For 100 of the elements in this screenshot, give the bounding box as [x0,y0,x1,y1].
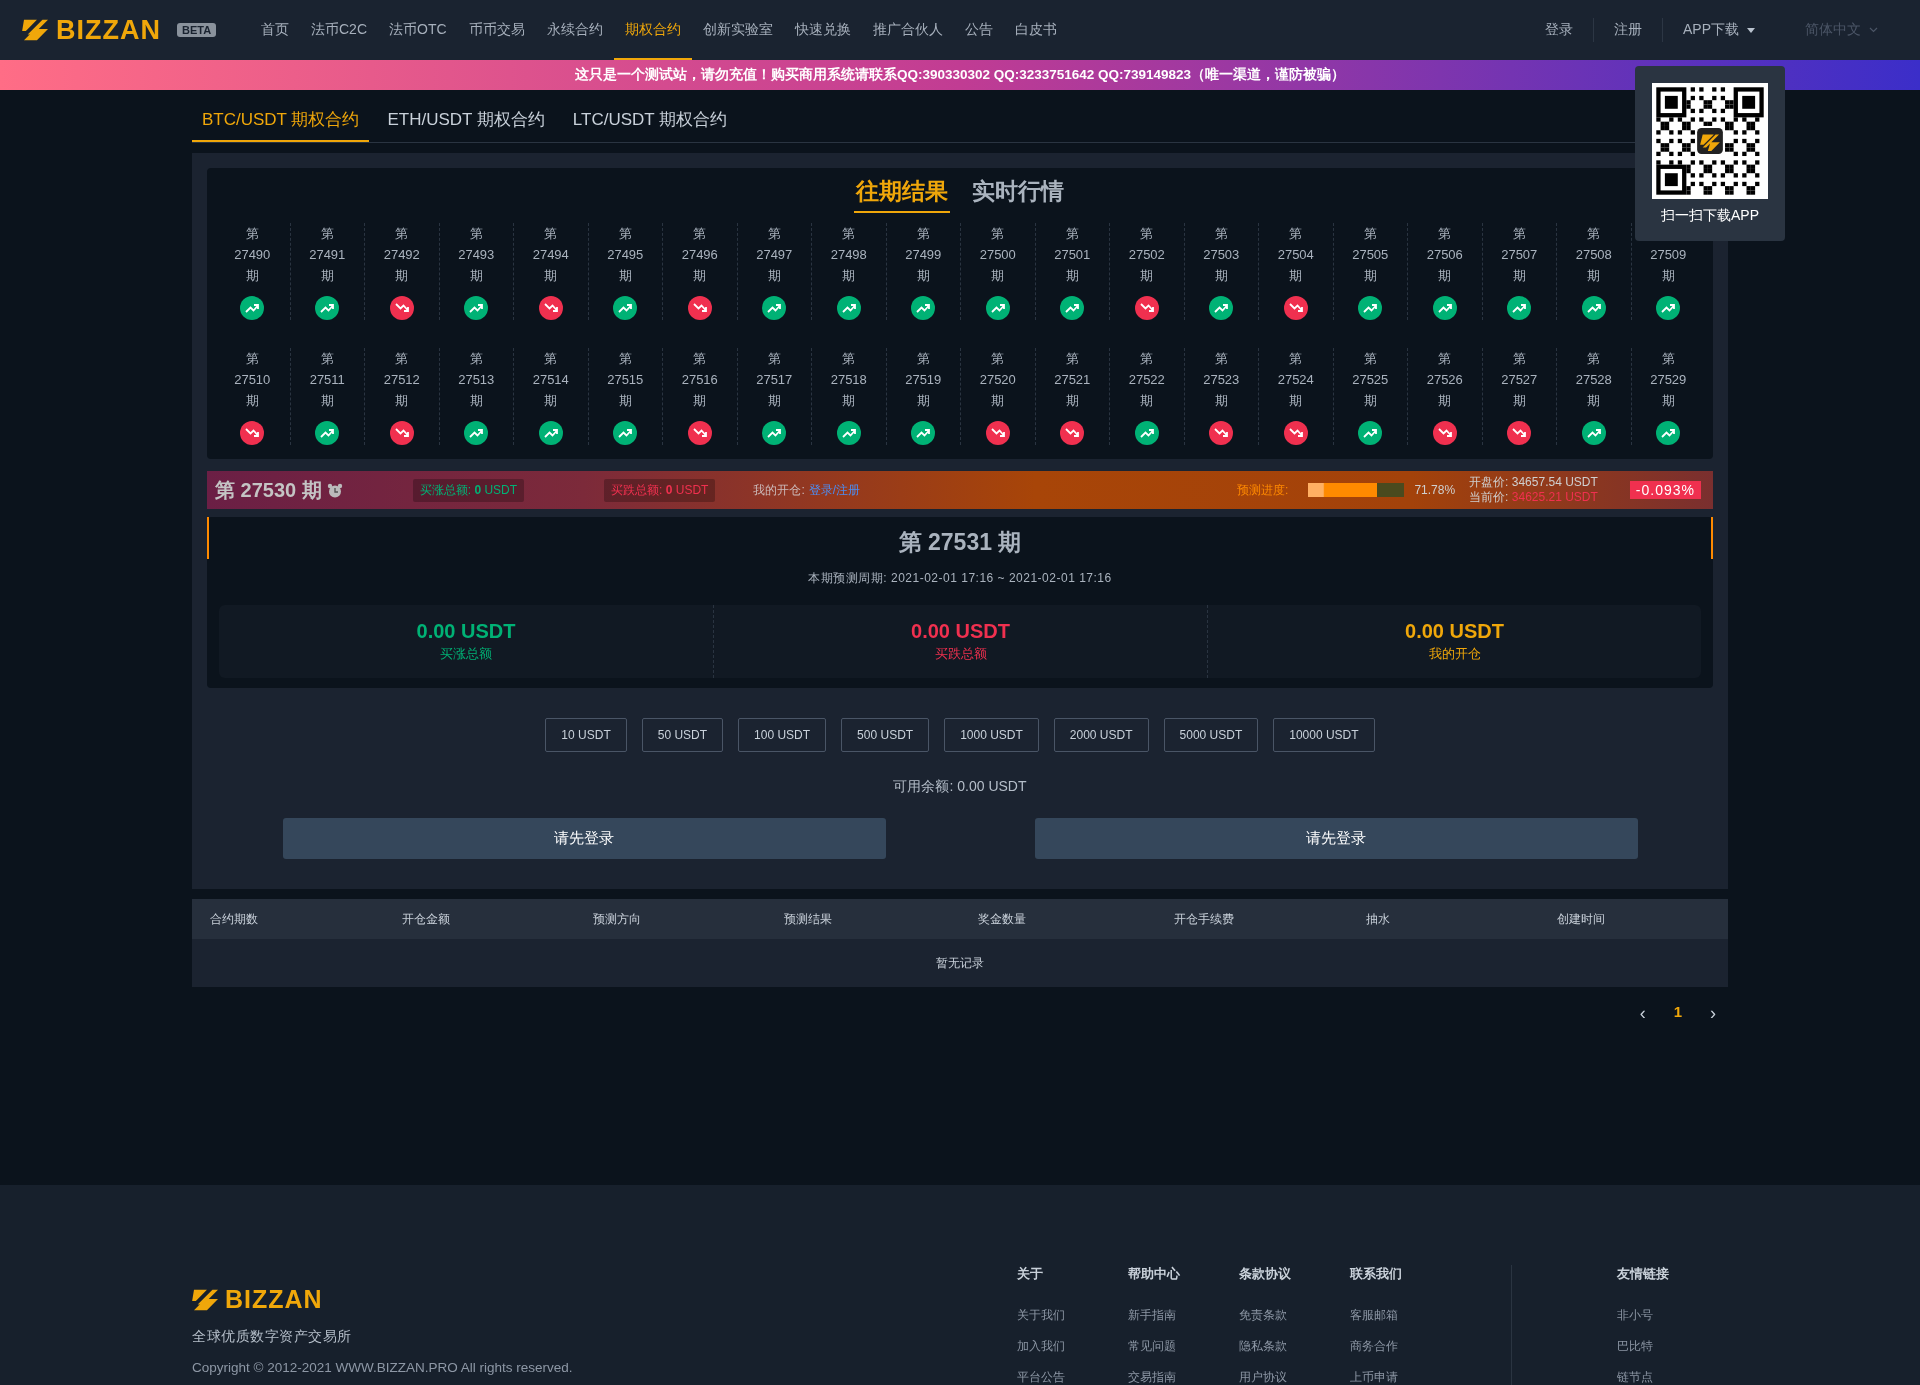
app-download-menu[interactable]: APP下载 [1663,21,1775,39]
period-label: 第 27494 期 [532,225,569,285]
contract-tab[interactable]: LTC/USDT 期权合约 [562,100,738,142]
footer-link[interactable]: 常见问题 [1128,1338,1239,1355]
prediction-period-text: 本期预测周期: 2021-02-01 17:16 ~ 2021-02-01 17:16 [808,570,1112,587]
nav-link[interactable]: 公告 [953,0,1004,60]
stat-label: 买跌总额 [934,645,987,663]
logo-text[interactable]: BIZZAN [56,14,161,46]
period-label: 第 27502 期 [1128,225,1165,285]
footer-link[interactable]: 链节点 [1617,1369,1728,1385]
buy-up-total: 买涨总额: 0 USDT [412,478,525,502]
footer-link[interactable]: 新手指南 [1128,1307,1239,1324]
footer-link[interactable]: 客服邮箱 [1350,1307,1461,1324]
amount-button[interactable]: 5000 USDT [1163,718,1259,752]
period-label: 第 27501 期 [1054,225,1091,285]
footer-link[interactable]: 巴比特 [1617,1338,1728,1355]
period-label: 第 27495 期 [607,225,644,285]
logo-icon[interactable] [22,18,50,42]
empty-message: 暂无记录 [936,954,984,972]
footer-link[interactable]: 交易指南 [1128,1369,1239,1385]
period-label: 第 27523 期 [1203,350,1240,410]
nav-link[interactable]: 法币OTC [378,0,458,60]
progress-percent: 71.78% [1414,483,1456,497]
current-price: 34625.21 USDT [1511,490,1598,504]
nav-link[interactable]: 币币交易 [457,0,536,60]
period-label: 第 27507 期 [1501,225,1538,285]
amount-button[interactable]: 500 USDT [841,718,930,752]
login-first-button[interactable]: 请先登录 [1034,818,1638,859]
period-label: 第 27496 期 [681,225,718,285]
period-label: 第 27524 期 [1277,350,1314,410]
column-header: 开仓手续费 [1174,910,1235,928]
period-label: 第 27522 期 [1128,350,1165,410]
contract-tab[interactable]: ETH/USDT 期权合约 [377,100,555,142]
open-price: 开盘价: 34657.54 USDT [1469,475,1598,490]
period-label: 27509 期 [1650,246,1687,285]
column-header: 创建时间 [1557,910,1606,928]
available-balance: 可用余额: 0.00 USDT [893,778,1027,796]
period-label: 第 27529 期 [1650,350,1687,410]
nav-link[interactable]: 首页 [250,0,300,60]
period-label: 第 27521 期 [1054,350,1091,410]
column-header: 预测结果 [784,910,833,928]
buy-down-total: 买跌总额: 0 USDT [604,478,716,502]
footer-link[interactable]: 上币申请 [1350,1369,1461,1385]
stat-value: 0.00 USDT [911,620,1010,643]
beta-badge: BETA [177,23,217,37]
footer-heading: 帮助中心 [1128,1265,1181,1283]
footer-link[interactable]: 商务合作 [1350,1338,1461,1355]
footer-heading: 关于 [1017,1265,1044,1283]
footer-link[interactable]: 隐私条款 [1239,1338,1350,1355]
period-label: 第 27513 期 [458,350,495,410]
period-label: 第 27511 期 [309,350,345,410]
footer-link[interactable]: 加入我们 [1017,1338,1128,1355]
period-label: 第 27515 期 [607,350,644,410]
my-position-label: 我的开仓: [753,481,805,499]
qr-caption: 扫一扫下载APP [1661,207,1759,225]
section-tab[interactable]: 实时行情 [970,174,1066,213]
period-label: 第 27510 期 [234,350,271,410]
amount-button[interactable]: 50 USDT [641,718,724,752]
section-tab[interactable]: 往期结果 [854,174,950,213]
footer-link[interactable]: 免责条款 [1239,1307,1350,1324]
period-label: 第 27528 期 [1575,350,1612,410]
copyright-text: Copyright © 2012-2021 WWW.BIZZAN.PRO All rights reserved. [192,1360,573,1375]
login-link[interactable]: 登录 [1525,21,1593,39]
nav-link[interactable]: 永续合约 [535,0,614,60]
amount-button[interactable]: 2000 USDT [1053,718,1149,752]
period-label: 第 27490 期 [234,225,271,285]
period-label: 第 27497 期 [756,225,793,285]
nav-link[interactable]: 推广合伙人 [861,0,954,60]
stat-label: 买涨总额 [440,645,492,663]
column-header: 奖金数量 [978,910,1027,928]
login-first-button[interactable]: 请先登录 [282,818,886,859]
amount-button[interactable]: 10 USDT [545,718,627,752]
nav-link[interactable]: 快速兑换 [783,0,862,60]
amount-button[interactable]: 100 USDT [738,718,827,752]
notice-text: 这只是一个测试站，请勿充值！购买商用系统请联系QQ:390330302 QQ:3233751642 QQ:739149823（唯一渠道，谨防被骗） [574,66,1346,84]
footer-heading: 友情链接 [1617,1265,1670,1283]
period-label: 第 27498 期 [830,225,867,285]
footer-link[interactable]: 关于我们 [1017,1307,1128,1324]
nav-link[interactable]: 创新实验室 [691,0,784,60]
footer-link[interactable]: 用户协议 [1239,1369,1350,1385]
period-label: 第 27519 期 [905,350,942,410]
period-label: 第 27506 期 [1426,225,1463,285]
contract-tab[interactable]: BTC/USDT 期权合约 [192,100,370,142]
previous-page-button[interactable]: ‹ [1639,1003,1646,1024]
stat-value: 0.00 USDT [1405,620,1504,643]
amount-button[interactable]: 10000 USDT [1273,718,1375,752]
nav-link[interactable]: 法币C2C [300,0,378,60]
footer-link[interactable]: 平台公告 [1017,1369,1128,1385]
amount-button[interactable]: 1000 USDT [944,718,1039,752]
progress-label: 预测进度: [1237,481,1289,499]
current-period-title: 第 27530 期 [215,477,322,503]
period-label: 第 27520 期 [979,350,1016,410]
period-label: 第 27518 期 [830,350,867,410]
next-page-button[interactable]: › [1710,1003,1716,1024]
footer-heading: 联系我们 [1350,1265,1403,1283]
nav-link[interactable]: 白皮书 [1003,0,1068,60]
footer-link[interactable]: 非小号 [1617,1307,1728,1324]
logo-icon [192,1287,220,1312]
page-number[interactable]: 1 [1673,1003,1682,1024]
register-link[interactable]: 注册 [1594,21,1662,39]
